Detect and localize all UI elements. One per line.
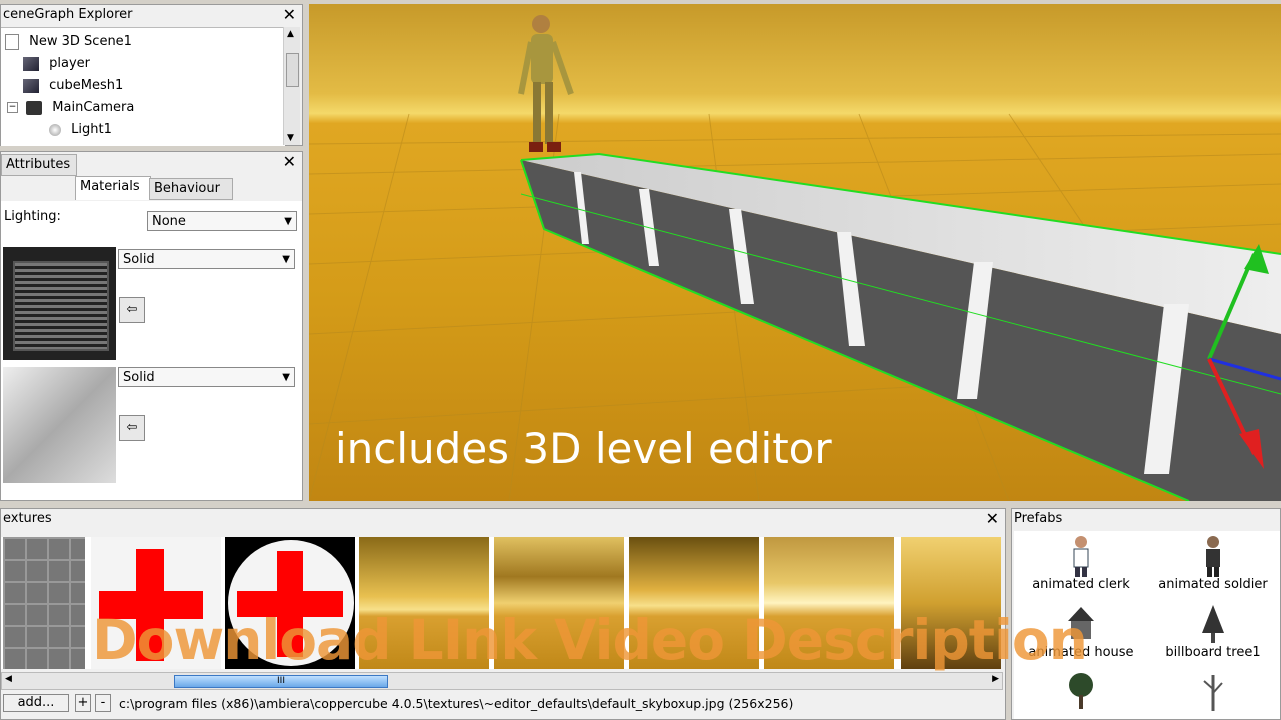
camera-icon <box>26 100 43 115</box>
add-texture-button[interactable]: add... <box>3 694 69 712</box>
texture-layer2-preview[interactable] <box>3 367 116 483</box>
tab-attributes[interactable]: Attributes <box>1 154 77 176</box>
tree-item-player[interactable]: player <box>23 54 90 74</box>
zoom-out-button[interactable]: - <box>95 694 111 712</box>
lighting-label: Lighting: <box>4 209 61 224</box>
mesh-icon <box>23 78 39 93</box>
texture-layer1-preview[interactable] <box>3 247 116 360</box>
tree-icon <box>1069 673 1093 709</box>
soldier-icon <box>1206 536 1220 577</box>
light-icon <box>49 123 61 136</box>
scroll-thumb[interactable]: III <box>174 675 388 688</box>
player-character[interactable] <box>518 15 574 152</box>
folder-icon: ⇦ <box>126 420 138 435</box>
tab-materials[interactable]: Materials <box>75 176 151 200</box>
chevron-down-icon: ▼ <box>282 254 290 265</box>
bare-tree-icon <box>1203 675 1223 711</box>
viewport-caption: includes 3D level editor <box>335 424 832 473</box>
scenegraph-title: ceneGraph Explorer ✕ <box>3 5 296 25</box>
texture-path: c:\program files (x86)\ambiera\coppercub… <box>119 696 794 711</box>
close-icon[interactable]: ✕ <box>283 5 296 25</box>
textures-title: extures ✕ <box>3 509 999 529</box>
download-link-overlay: Download LInk Video Description <box>92 608 1088 672</box>
prefab-animated-soldier[interactable]: animated soldier <box>1148 535 1278 592</box>
properties-panel: roperties ✕ Attributes Materials Behavio… <box>0 151 303 501</box>
scenegraph-explorer-panel: ceneGraph Explorer ✕ New 3D Scene1 playe… <box>0 4 303 146</box>
scroll-left-icon[interactable]: ◀ <box>5 674 12 684</box>
prefabs-title: Prefabs <box>1014 511 1063 526</box>
scroll-up-icon[interactable]: ▲ <box>287 29 294 39</box>
scene-icon <box>5 33 19 50</box>
tree-icon <box>1202 605 1224 643</box>
scroll-right-icon[interactable]: ▶ <box>992 674 999 684</box>
folder-icon: ⇦ <box>126 302 138 317</box>
scroll-down-icon[interactable]: ▼ <box>287 133 294 143</box>
tree-item-light1[interactable]: Light1 <box>49 120 112 140</box>
chevron-down-icon: ▼ <box>282 372 290 383</box>
prefab-bare-tree[interactable] <box>1148 671 1278 713</box>
load-texture-button[interactable]: ⇦ <box>119 415 145 441</box>
lighting-select[interactable]: None ▼ <box>147 211 297 231</box>
mesh-icon <box>23 56 39 71</box>
scene-tree[interactable]: New 3D Scene1 player cubeMesh1 − MainCam… <box>1 27 285 146</box>
collapse-icon[interactable]: − <box>7 102 18 113</box>
texture-thumb[interactable] <box>3 537 85 669</box>
clerk-icon <box>1073 536 1089 577</box>
3d-viewport[interactable]: includes 3D level editor <box>309 4 1281 501</box>
scroll-thumb[interactable] <box>286 53 299 87</box>
prefab-animated-clerk[interactable]: animated clerk <box>1016 535 1146 592</box>
prefab-tree[interactable] <box>1016 671 1146 713</box>
chevron-down-icon: ▼ <box>284 216 292 227</box>
load-texture-button[interactable]: ⇦ <box>119 297 145 323</box>
materials-tab-content: Lighting: None ▼ Solid ▼ ⇦ Solid ▼ ⇦ <box>1 201 302 500</box>
zoom-in-button[interactable]: + <box>75 694 91 712</box>
textures-scrollbar[interactable]: ◀ III ▶ <box>1 672 1003 690</box>
tree-item-scene[interactable]: New 3D Scene1 <box>5 32 132 52</box>
tree-item-maincamera[interactable]: − MainCamera <box>7 98 134 118</box>
textures-statusbar: add... + - c:\program files (x86)\ambier… <box>1 694 1001 716</box>
close-icon[interactable]: ✕ <box>283 152 296 172</box>
tree-item-cubemesh1[interactable]: cubeMesh1 <box>23 76 123 96</box>
layer1-mode-select[interactable]: Solid ▼ <box>118 249 295 269</box>
tab-behaviour[interactable]: Behaviour <box>149 178 233 200</box>
close-icon[interactable]: ✕ <box>986 509 999 529</box>
layer2-mode-select[interactable]: Solid ▼ <box>118 367 295 387</box>
prefab-billboard-tree1[interactable]: billboard tree1 <box>1148 603 1278 660</box>
scene-tree-scrollbar[interactable]: ▲ ▼ <box>283 27 300 145</box>
